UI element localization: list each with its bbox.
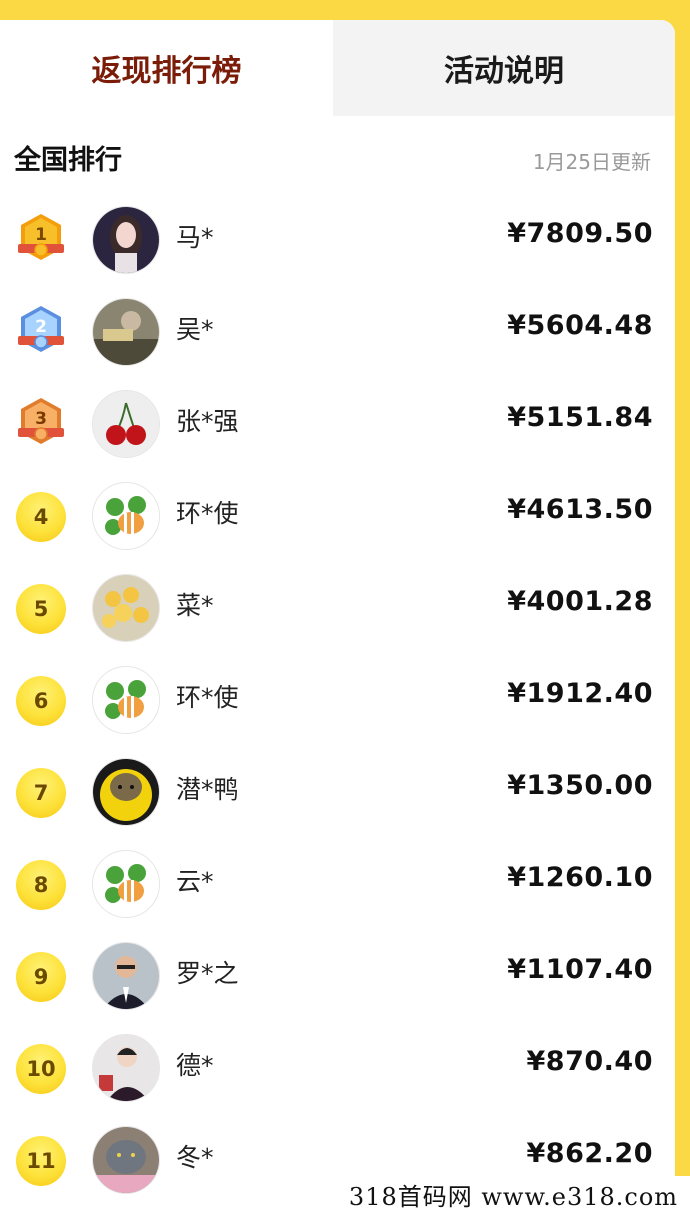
rank-number-badge: 5 [16, 584, 66, 634]
tab-activity-description[interactable]: 活动说明 [333, 20, 675, 116]
avatar [92, 942, 160, 1010]
avatar [92, 1126, 160, 1194]
cashback-amount: ¥5151.84 [507, 402, 653, 433]
rank-number-badge: 4 [16, 492, 66, 542]
update-note: 1月25日更新 [532, 150, 651, 174]
rank-number-badge: 9 [16, 952, 66, 1002]
svg-text:1: 1 [35, 225, 47, 245]
ranking-card: 返现排行榜 活动说明 全国排行 1月25日更新 1 马* ¥7809.50 2 吴* ¥5… [0, 20, 675, 1213]
cashback-amount: ¥4613.50 [507, 494, 653, 525]
ranking-row: 8 云* ¥1260.10 [0, 842, 675, 934]
user-name: 云* [176, 867, 214, 896]
avatar [92, 206, 160, 274]
avatar [92, 298, 160, 366]
ranking-row: 10 德* ¥870.40 [0, 1026, 675, 1118]
cashback-amount: ¥1912.40 [507, 678, 653, 709]
user-name: 罗*之 [176, 959, 239, 988]
avatar [92, 666, 160, 734]
rank-number-badge: 8 [16, 860, 66, 910]
cashback-amount: ¥1107.40 [507, 954, 653, 985]
avatar [92, 1034, 160, 1102]
cashback-amount: ¥862.20 [526, 1138, 653, 1169]
user-name: 菜* [176, 591, 214, 620]
cashback-amount: ¥1350.00 [507, 770, 653, 801]
ranking-list: 1 马* ¥7809.50 2 吴* ¥5604.48 3 张*强 ¥5151.84 4 环*使 ¥4… [0, 198, 675, 1210]
ranking-row: 2 吴* ¥5604.48 [0, 290, 675, 382]
rank-number-badge: 11 [16, 1136, 66, 1186]
user-name: 冬* [176, 1143, 214, 1172]
svg-text:2: 2 [35, 317, 47, 337]
cashback-amount: ¥4001.28 [507, 586, 653, 617]
user-name: 潜*鸭 [176, 775, 239, 804]
avatar [92, 850, 160, 918]
rank-number-badge: 6 [16, 676, 66, 726]
cashback-amount: ¥5604.48 [507, 310, 653, 341]
cashback-amount: ¥1260.10 [507, 862, 653, 893]
tab-bar: 返现排行榜 活动说明 [0, 20, 675, 116]
ranking-row: 4 环*使 ¥4613.50 [0, 474, 675, 566]
site-watermark: 318首码网 www.e318.com [337, 1176, 690, 1213]
avatar [92, 758, 160, 826]
user-name: 马* [176, 223, 214, 252]
ranking-row: 1 马* ¥7809.50 [0, 198, 675, 290]
ranking-row: 9 罗*之 ¥1107.40 [0, 934, 675, 1026]
ranking-row: 5 菜* ¥4001.28 [0, 566, 675, 658]
ranking-row: 3 张*强 ¥5151.84 [0, 382, 675, 474]
avatar [92, 574, 160, 642]
gold-medal-icon: 1 [16, 212, 66, 266]
ranking-row: 6 环*使 ¥1912.40 [0, 658, 675, 750]
user-name: 张*强 [176, 407, 239, 436]
rank-number-badge: 10 [16, 1044, 66, 1094]
cashback-amount: ¥7809.50 [507, 218, 653, 249]
avatar [92, 482, 160, 550]
user-name: 吴* [176, 315, 214, 344]
section-header: 全国排行 1月25日更新 [0, 116, 675, 198]
svg-text:3: 3 [35, 409, 47, 429]
user-name: 环*使 [176, 683, 239, 712]
section-title: 全国排行 [14, 145, 122, 176]
silver-medal-icon: 2 [16, 304, 66, 358]
avatar [92, 390, 160, 458]
rank-number-badge: 7 [16, 768, 66, 818]
user-name: 环*使 [176, 499, 239, 528]
ranking-row: 7 潜*鸭 ¥1350.00 [0, 750, 675, 842]
bronze-medal-icon: 3 [16, 396, 66, 450]
user-name: 德* [176, 1051, 214, 1080]
tab-cashback-ranking[interactable]: 返现排行榜 [0, 20, 333, 116]
cashback-amount: ¥870.40 [526, 1046, 653, 1077]
